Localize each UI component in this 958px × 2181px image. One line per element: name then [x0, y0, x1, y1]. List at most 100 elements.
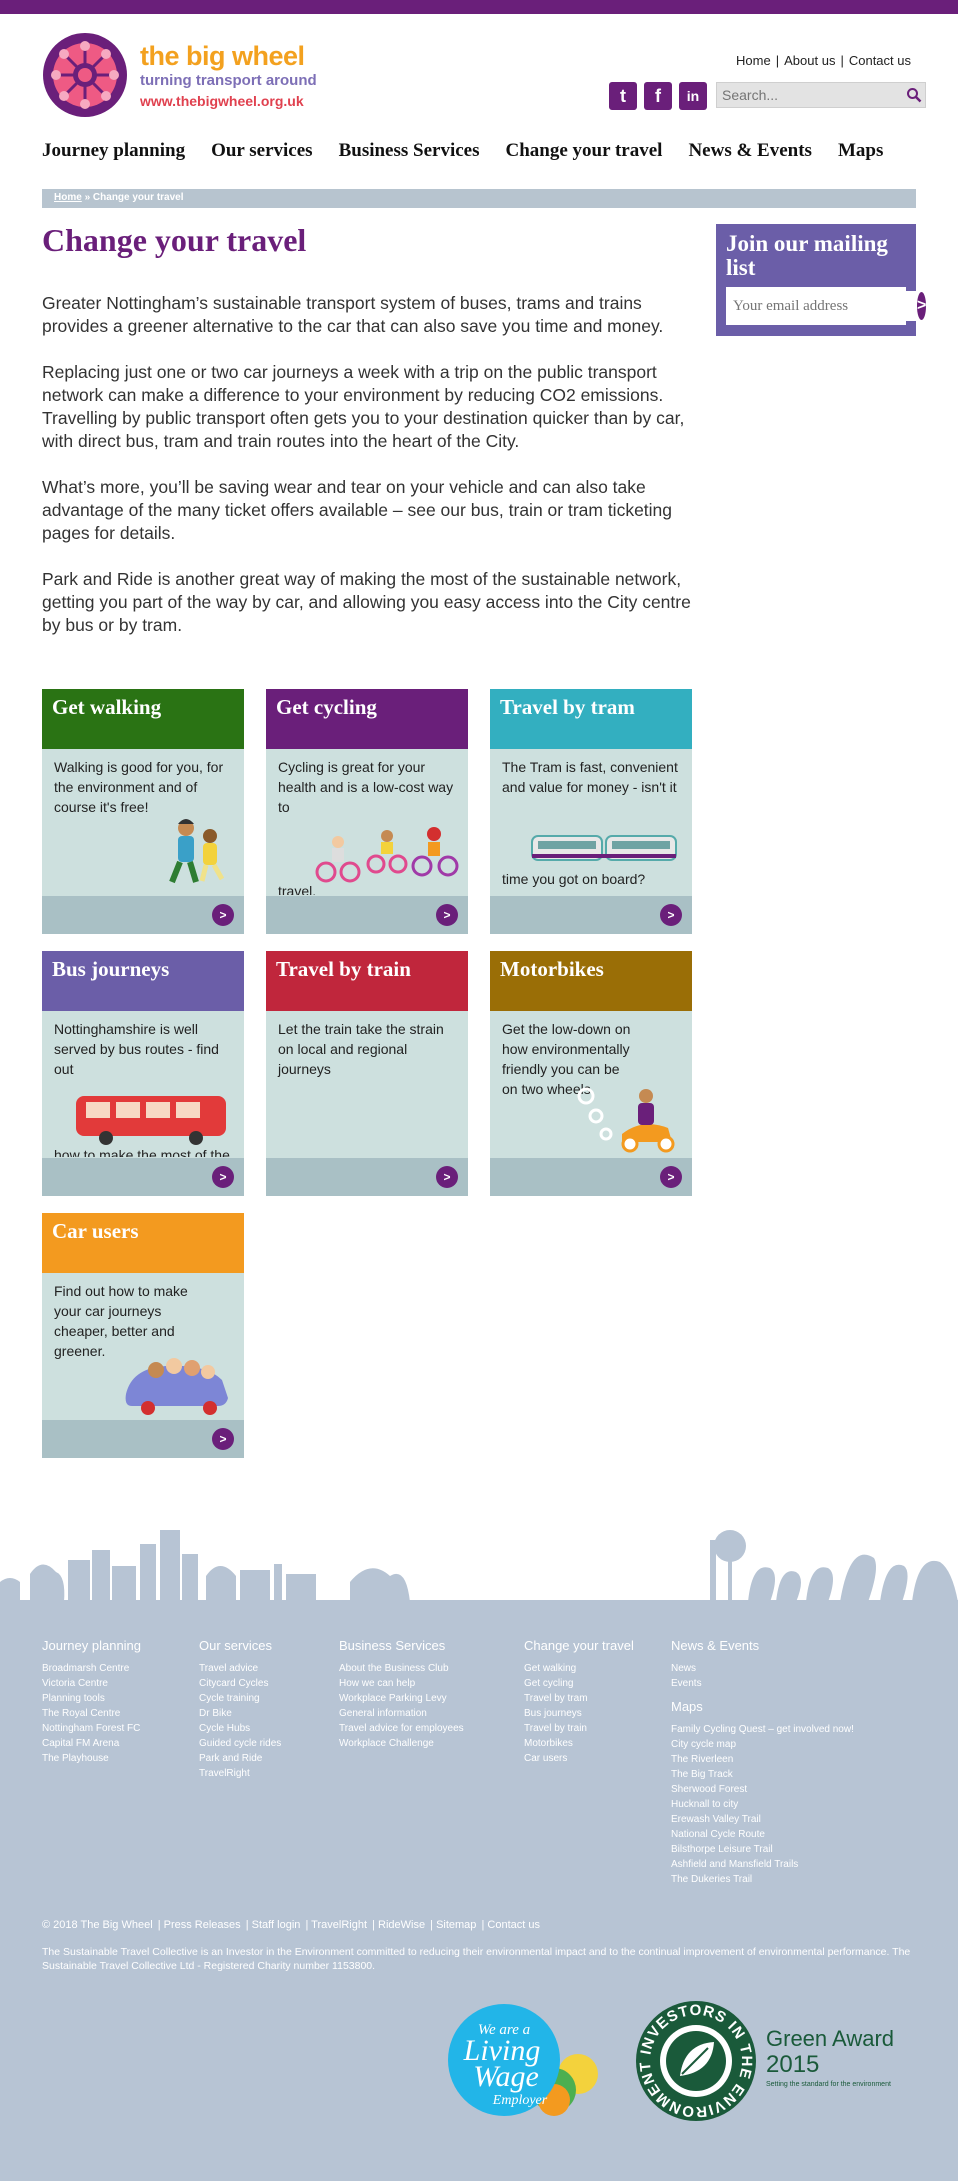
footer-link[interactable]: Travel advice for employees — [339, 1721, 464, 1736]
footer-link[interactable]: About the Business Club — [339, 1661, 464, 1676]
footer-link[interactable]: Dr Bike — [199, 1706, 281, 1721]
footer-link[interactable]: The Playhouse — [42, 1751, 141, 1766]
card-arrow-button[interactable]: > — [436, 904, 458, 926]
nav-change-your-travel[interactable]: Change your travel — [506, 140, 663, 162]
copyright[interactable]: © 2018 The Big Wheel — [42, 1919, 153, 1931]
lw-line3: Wage — [473, 2060, 539, 2093]
footer-link[interactable]: Travel by train — [524, 1721, 634, 1736]
card-get-cycling[interactable]: Get cycling Cycling is great for your he… — [266, 689, 468, 934]
facebook-icon[interactable]: f — [644, 82, 672, 110]
footer-link[interactable]: Park and Ride — [199, 1751, 281, 1766]
footer-link[interactable]: Bus journeys — [524, 1706, 634, 1721]
about-link[interactable]: About us — [784, 53, 835, 68]
breadcrumb-current: Change your travel — [92, 192, 184, 203]
iie-award-title: Green Award — [766, 2026, 894, 2051]
footer-contact-link[interactable]: Contact us — [487, 1919, 540, 1931]
footer-link[interactable]: Workplace Parking Levy — [339, 1691, 464, 1706]
nav-journey-planning[interactable]: Journey planning — [42, 140, 185, 162]
card-travel-by-train[interactable]: Travel by train Let the train take the s… — [266, 951, 468, 1196]
scooter-illustration-icon — [577, 1087, 675, 1153]
footer-link[interactable]: Car users — [524, 1751, 634, 1766]
press-releases-link[interactable]: Press Releases — [164, 1919, 241, 1931]
nav-business-services[interactable]: Business Services — [339, 140, 480, 162]
search-icon[interactable] — [903, 83, 925, 107]
card-arrow-button[interactable]: > — [212, 904, 234, 926]
footer-link[interactable]: Sherwood Forest — [671, 1782, 854, 1797]
footer-link[interactable]: TravelRight — [199, 1766, 281, 1781]
nav-our-services[interactable]: Our services — [211, 140, 313, 162]
footer-link[interactable]: Cycle training — [199, 1691, 281, 1706]
sitemap-link[interactable]: Sitemap — [436, 1919, 476, 1931]
contact-link[interactable]: Contact us — [849, 53, 911, 68]
brand-tagline: turning transport around — [140, 71, 317, 89]
footer-link[interactable]: Bilsthorpe Leisure Trail — [671, 1842, 854, 1857]
footer-heading: Change your travel — [524, 1638, 634, 1653]
twitter-icon[interactable]: t — [609, 82, 637, 110]
footer-link[interactable]: Citycard Cycles — [199, 1676, 281, 1691]
breadcrumb-separator: » — [84, 192, 91, 203]
footer-link[interactable]: The Royal Centre — [42, 1706, 141, 1721]
footer-link[interactable]: Ashfield and Mansfield Trails — [671, 1857, 854, 1872]
footer-link[interactable]: The Big Track — [671, 1767, 854, 1782]
footer-link[interactable]: Get walking — [524, 1661, 634, 1676]
email-field[interactable] — [729, 291, 917, 321]
nav-maps[interactable]: Maps — [838, 140, 883, 162]
home-link[interactable]: Home — [736, 53, 771, 68]
card-text-more: time you got on board? — [502, 871, 646, 887]
footer-link[interactable]: Cycle Hubs — [199, 1721, 281, 1736]
card-travel-by-tram[interactable]: Travel by tram The Tram is fast, conveni… — [490, 689, 692, 934]
card-arrow-button[interactable]: > — [436, 1166, 458, 1188]
paragraph: Replacing just one or two car journeys a… — [42, 362, 685, 451]
card-arrow-button[interactable]: > — [212, 1166, 234, 1188]
footer-link[interactable]: Motorbikes — [524, 1736, 634, 1751]
footer-link[interactable]: News — [671, 1661, 854, 1676]
card-arrow-button[interactable]: > — [212, 1428, 234, 1450]
mailing-list-title: Join our mailing list — [726, 231, 888, 280]
investors-in-environment-logo: INVESTORS IN THE ENVIRONMENT Green Award… — [636, 2001, 894, 2121]
footer-link[interactable]: Victoria Centre — [42, 1676, 141, 1691]
footer-link[interactable]: The Riverleen — [671, 1752, 854, 1767]
nav-news-events[interactable]: News & Events — [688, 140, 812, 162]
page-title: Change your travel — [42, 222, 307, 258]
staff-login-link[interactable]: Staff login — [252, 1919, 301, 1931]
footer-link[interactable]: The Dukeries Trail — [671, 1872, 854, 1887]
footer-heading: Journey planning — [42, 1638, 142, 1653]
footer-link[interactable]: Capital FM Arena — [42, 1736, 141, 1751]
footer-link[interactable]: How we can help — [339, 1676, 464, 1691]
footer-link[interactable]: Guided cycle rides — [199, 1736, 281, 1751]
card-title: Bus journeys — [42, 951, 244, 1011]
footer-link[interactable]: Get cycling — [524, 1676, 634, 1691]
footer-link[interactable]: Nottingham Forest FC — [42, 1721, 141, 1736]
footer-link[interactable]: Broadmarsh Centre — [42, 1661, 141, 1676]
footer-link[interactable]: Travel advice — [199, 1661, 281, 1676]
footer-link[interactable]: National Cycle Route — [671, 1827, 854, 1842]
footer-link[interactable]: Travel by tram — [524, 1691, 634, 1706]
footer-link[interactable]: City cycle map — [671, 1737, 854, 1752]
subscribe-button[interactable]: > — [917, 292, 927, 320]
site-logo[interactable]: the big wheel turning transport around w… — [42, 32, 317, 118]
footer-link[interactable]: Events — [671, 1676, 854, 1691]
card-bus-journeys[interactable]: Bus journeys Nottinghamshire is well ser… — [42, 951, 244, 1196]
footer-link[interactable]: General information — [339, 1706, 464, 1721]
footer-column-journey-planning: Journey planning Broadmarsh Centre Victo… — [42, 1638, 141, 1766]
travelright-link[interactable]: TravelRight — [311, 1919, 367, 1931]
card-title: Motorbikes — [490, 951, 692, 1011]
card-arrow-button[interactable]: > — [660, 1166, 682, 1188]
footer-link[interactable]: Family Cycling Quest – get involved now! — [671, 1722, 854, 1737]
footer-link[interactable]: Workplace Challenge — [339, 1736, 464, 1751]
footer-link[interactable]: Erewash Valley Trail — [671, 1812, 854, 1827]
search-input[interactable] — [717, 83, 903, 107]
card-text-main: Nottinghamshire is well served by bus ro… — [54, 1021, 219, 1077]
footer-link[interactable]: Planning tools — [42, 1691, 141, 1706]
linkedin-icon[interactable]: in — [679, 82, 707, 110]
card-title: Travel by train — [266, 951, 468, 1011]
footer-link[interactable]: Hucknall to city — [671, 1797, 854, 1812]
ridewise-link[interactable]: RideWise — [378, 1919, 425, 1931]
card-motorbikes[interactable]: Motorbikes Get the low-down on how envir… — [490, 951, 692, 1196]
breadcrumb-home[interactable]: Home — [54, 192, 82, 203]
card-get-walking[interactable]: Get walking Walking is good for you, for… — [42, 689, 244, 934]
card-car-users[interactable]: Car users Find out how to make your car … — [42, 1213, 244, 1458]
card-arrow-button[interactable]: > — [660, 904, 682, 926]
intro-text: Greater Nottingham’s sustainable transpo… — [42, 292, 692, 660]
iie-award-subtitle: Setting the standard for the environment — [766, 2081, 891, 2088]
